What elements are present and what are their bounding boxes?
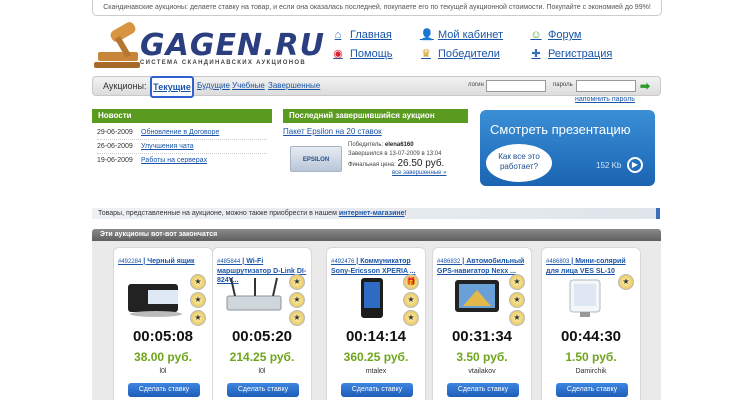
tab-current[interactable]: Текущие — [150, 76, 194, 98]
leading-bidder: mtalex — [365, 368, 387, 375]
play-icon[interactable]: ▶ — [627, 157, 643, 173]
logo-subtitle: СИСТЕМА СКАНДИНАВСКИХ АУКЦИОНОВ — [140, 60, 306, 66]
product-image — [335, 276, 403, 318]
countdown-timer: 00:05:08 — [132, 328, 194, 345]
final-price-row: Финальная цена: 26.50 руб. — [348, 158, 445, 169]
page: Скандинавские аукционы: делаете ставку н… — [0, 0, 755, 400]
current-price: 1.50 руб. — [565, 350, 617, 364]
last-auction-header: Последний завершившийся аукцион — [283, 109, 468, 123]
auction-card: #486803 | Мини-солярий для лица VES SL-1… — [541, 247, 641, 400]
badge-stack: ★ ★ ★ — [289, 274, 307, 328]
presentation-size: 152 Kb — [596, 161, 622, 170]
winner-row: Победитель: elena6160 — [348, 142, 414, 148]
logo-name: GAGEN.RU — [140, 28, 325, 63]
badge-stack: ★ — [618, 274, 636, 292]
home-icon: ⌂ — [334, 29, 342, 41]
badge-stack: ★ ★ ★ — [190, 274, 208, 328]
user-icon: 👤 — [420, 29, 434, 41]
last-auction-image: EPSILON — [290, 146, 342, 172]
countdown-timer: 00:05:20 — [231, 328, 293, 345]
nav-cabinet[interactable]: 👤 Мой кабинет — [420, 29, 503, 41]
product-image — [221, 276, 289, 318]
product-image — [441, 276, 509, 318]
leading-bidder: Damirchik — [575, 368, 607, 375]
presentation-title: Смотреть презентацию — [490, 122, 631, 137]
news-item: 29-06-2009 Обновление в Договоре — [97, 129, 220, 136]
current-price: 214.25 руб. — [229, 350, 295, 364]
bid-button[interactable]: Сделать ставку — [556, 383, 628, 397]
ended-time: Завершился в 13-07-2009 в 13:04 — [348, 151, 442, 157]
countdown-timer: 00:44:30 — [560, 328, 622, 345]
nav-help[interactable]: ◉ Помощь — [332, 48, 392, 60]
countdown-timer: 00:31:34 — [451, 328, 513, 345]
auction-card: #486832 | Автомобильный GPS-навигатор Ne… — [432, 247, 532, 400]
password-label: пароль — [553, 82, 573, 88]
login-label: логин — [468, 82, 484, 88]
badge-icon: ★ — [190, 292, 206, 308]
register-icon: ✚ — [531, 48, 541, 60]
shop-link[interactable]: интернет-магазине — [339, 210, 405, 217]
nav-home[interactable]: ⌂ Главная — [332, 29, 392, 41]
badge-icon: ★ — [618, 274, 634, 290]
ending-soon-header: Эти аукционы вот-вот закончатся — [92, 229, 661, 241]
product-image — [122, 276, 190, 318]
current-price: 3.50 руб. — [456, 350, 508, 364]
current-price: 360.25 руб. — [343, 350, 409, 364]
badge-icon: ★ — [403, 292, 419, 308]
badge-stack: ★ ★ ★ — [509, 274, 527, 328]
divider — [97, 153, 267, 154]
all-finished-link[interactable]: все завершенные » — [392, 170, 446, 176]
news-item: 19-06-2009 Работы на серверах — [97, 157, 208, 164]
login-input[interactable] — [486, 80, 546, 92]
badge-icon: ★ — [289, 292, 305, 308]
help-icon: ◉ — [333, 48, 343, 60]
tab-training[interactable]: Учебные — [232, 81, 265, 90]
news-item: 26-06-2009 Улучшения чата — [97, 143, 194, 150]
leading-bidder: l0l — [159, 368, 167, 375]
badge-icon: ★ — [403, 310, 419, 326]
countdown-timer: 00:14:14 — [345, 328, 407, 345]
auction-card: #485844 | Wi-Fi маршрутизатор D-Link DI-… — [212, 247, 312, 400]
auction-card: #492284 | Черный ящик ★ ★ ★ 00:05:08 38.00… — [113, 247, 213, 400]
top-notice: Скандинавские аукционы: делаете ставку н… — [92, 0, 662, 16]
nav-winners[interactable]: ♛ Победители — [420, 48, 500, 60]
badge-icon: ★ — [190, 274, 206, 290]
bid-button[interactable]: Сделать ставку — [128, 383, 200, 397]
shop-banner: Товары, представленные на аукционе, можн… — [92, 208, 656, 219]
leading-bidder: l0l — [258, 368, 266, 375]
login-arrow-icon[interactable]: ➡ — [640, 80, 654, 92]
badge-icon: ★ — [509, 292, 525, 308]
badge-icon: ★ — [190, 310, 206, 326]
tab-bar-label: Аукционы: — [103, 81, 147, 91]
badge-stack: 🎁 ★ ★ — [403, 274, 421, 328]
product-image — [550, 276, 618, 318]
forgot-password-link[interactable]: напомнить пароль — [575, 96, 635, 103]
news-header: Новости — [92, 109, 272, 123]
gift-icon: 🎁 — [403, 274, 419, 290]
leading-bidder: vtailakov — [468, 368, 496, 375]
nav-register[interactable]: ✚ Регистрация — [530, 48, 612, 60]
gavel-icon — [94, 22, 140, 68]
current-price: 38.00 руб. — [134, 350, 192, 364]
card-title[interactable]: #492284 | Черный ящик — [118, 257, 210, 267]
trophy-icon: ♛ — [421, 48, 431, 60]
badge-icon: ★ — [509, 310, 525, 326]
bid-button[interactable]: Сделать ставку — [227, 383, 299, 397]
speech-bubble: Как все это работает? — [486, 144, 552, 182]
forum-icon: ☺ — [530, 29, 542, 41]
auction-card: #492476 | Коммуникатор Sony-Ericsson XPE… — [326, 247, 426, 400]
tab-future[interactable]: Будущие — [197, 81, 230, 90]
bid-button[interactable]: Сделать ставку — [341, 383, 413, 397]
badge-icon: ★ — [289, 310, 305, 326]
badge-icon: ★ — [289, 274, 305, 290]
bid-button[interactable]: Сделать ставку — [447, 383, 519, 397]
divider — [97, 139, 267, 140]
nav-forum[interactable]: ☺ Форум — [530, 29, 581, 41]
badge-icon: ★ — [509, 274, 525, 290]
tab-finished[interactable]: Завершенные — [268, 81, 320, 90]
password-input[interactable] — [576, 80, 636, 92]
last-auction-item[interactable]: Пакет Epsilon на 20 ставок — [283, 127, 382, 136]
